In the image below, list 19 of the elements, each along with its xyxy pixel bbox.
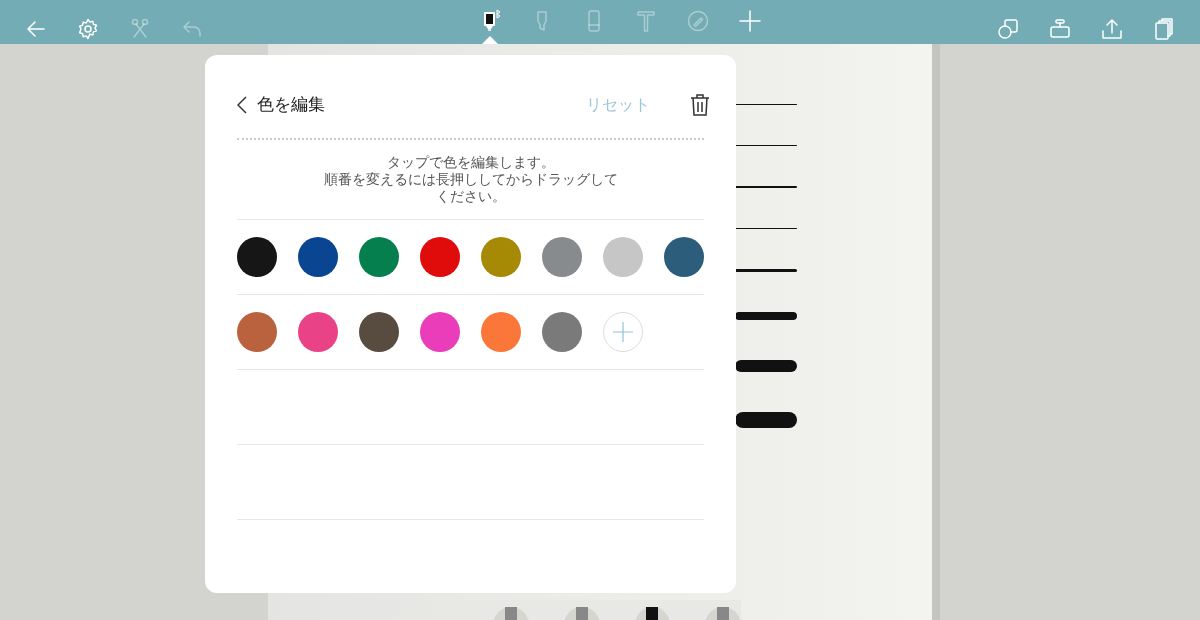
color-swatch[interactable]	[298, 312, 338, 352]
color-swatch[interactable]	[420, 312, 460, 352]
trash-icon[interactable]	[690, 93, 710, 117]
color-swatch[interactable]	[420, 237, 460, 277]
color-swatch[interactable]	[603, 237, 643, 277]
color-swatch[interactable]	[359, 237, 399, 277]
color-swatch[interactable]	[237, 237, 277, 277]
color-swatch[interactable]	[359, 312, 399, 352]
color-swatch[interactable]	[298, 237, 338, 277]
color-swatch[interactable]	[542, 312, 582, 352]
color-swatch[interactable]	[481, 312, 521, 352]
back-button[interactable]: 色を編集	[237, 92, 325, 118]
color-swatch[interactable]	[237, 312, 277, 352]
chevron-left-icon	[237, 96, 247, 114]
plus-icon	[613, 322, 633, 342]
color-swatch[interactable]	[542, 237, 582, 277]
instruction-text: タップで色を編集します。 順番を変えるには長押ししてからドラッグして ください。	[322, 154, 619, 205]
color-swatch[interactable]	[664, 237, 704, 277]
color-swatch[interactable]	[481, 237, 521, 277]
